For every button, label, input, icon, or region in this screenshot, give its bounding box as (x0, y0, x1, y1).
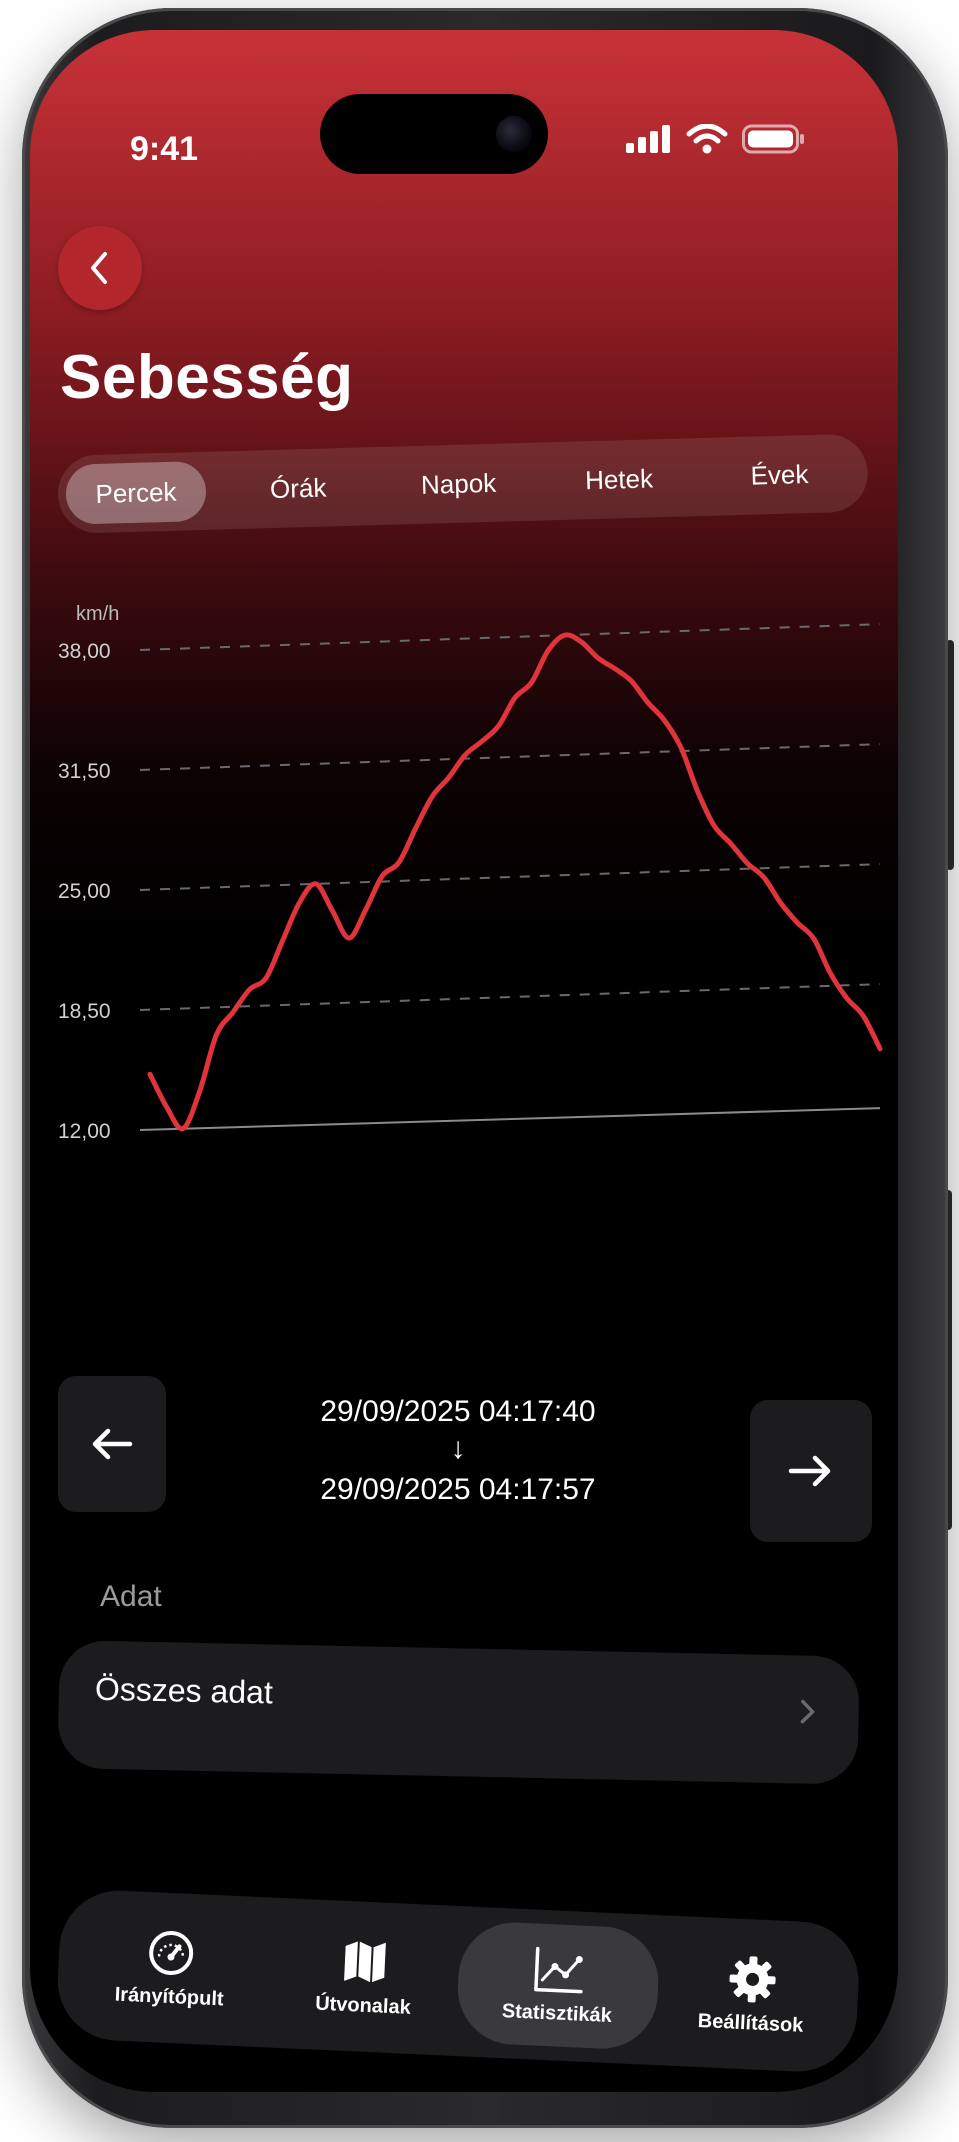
speed-series-line (147, 632, 883, 1132)
chart-line-icon (534, 1946, 583, 1993)
tab-settings-label: Beállítások (697, 2009, 804, 2037)
status-time: 9:41 (130, 130, 199, 168)
chevron-left-icon (91, 252, 107, 284)
tab-hetek[interactable]: Hetek (538, 447, 700, 511)
tab-settings[interactable]: Beállítások (649, 1929, 854, 2060)
phone-mockup: 9:41 Sebesség Percek Órák Napok Hetek Év… (0, 0, 959, 2142)
tab-percek[interactable]: Percek (65, 460, 207, 525)
grid-line (139, 623, 881, 651)
tab-routes-label: Útvonalak (314, 1992, 412, 2019)
y-tick-label: 12,00 (58, 1120, 111, 1143)
y-tick-label: 18,50 (58, 1000, 111, 1023)
speed-line-chart: km/h 38,00 31,50 25,00 18,50 12,00 (58, 603, 883, 1143)
arrow-left-icon (92, 1428, 133, 1460)
bottom-tab-bar: Irányítópult Útvonalak Statisztikák Beál… (55, 1888, 862, 2075)
tab-orak[interactable]: Órák (217, 456, 379, 520)
period-segmented-control: Percek Órák Napok Hetek Évek (56, 433, 869, 534)
tab-dashboard-label: Irányítópult (114, 1983, 225, 2010)
data-section-label: Adat (100, 1580, 162, 1613)
range-start: 29/09/2025 04:17:40 (320, 1395, 596, 1428)
app-screen: 9:41 Sebesség Percek Órák Napok Hetek Év… (30, 30, 898, 2092)
data-filter-row[interactable]: Összes adat (57, 1640, 860, 1785)
range-arrow-down-icon: ↓ (450, 1432, 466, 1465)
dynamic-island (320, 94, 548, 174)
page-title: Sebesség (60, 343, 354, 412)
tab-evek[interactable]: Évek (698, 443, 860, 507)
tab-dashboard[interactable]: Irányítópult (68, 1903, 273, 2034)
range-label: 29/09/2025 04:17:40 ↓ 29/09/2025 04:17:5… (198, 1390, 718, 1512)
grid-line (139, 743, 881, 771)
gear-icon (729, 1955, 776, 2002)
time-range-navigator: 29/09/2025 04:17:40 ↓ 29/09/2025 04:17:5… (58, 1370, 872, 1542)
y-axis-unit-label: km/h (76, 603, 119, 625)
chart-baseline (139, 1107, 881, 1131)
arrow-right-icon (788, 1455, 831, 1487)
status-icons (626, 124, 806, 154)
next-range-button[interactable] (750, 1400, 872, 1542)
y-tick-label: 31,50 (58, 760, 111, 783)
tab-routes[interactable]: Útvonalak (262, 1911, 467, 2042)
back-button[interactable] (58, 226, 142, 310)
tab-statistics[interactable]: Statisztikák (455, 1920, 661, 2052)
chevron-right-icon (800, 1699, 815, 1724)
tab-statistics-label: Statisztikák (501, 1999, 613, 2027)
data-filter-value: Összes adat (94, 1670, 274, 1711)
cellular-signal-icon (626, 125, 670, 153)
wifi-icon (686, 124, 728, 154)
y-tick-label: 25,00 (58, 880, 111, 903)
y-tick-label: 38,00 (58, 640, 111, 663)
tab-napok[interactable]: Napok (378, 452, 540, 516)
range-end: 29/09/2025 04:17:57 (320, 1473, 596, 1506)
camera-icon (496, 116, 532, 152)
speedometer-icon (149, 1930, 194, 1975)
previous-range-button[interactable] (58, 1376, 166, 1512)
map-icon (344, 1940, 386, 1982)
battery-icon (742, 124, 804, 154)
